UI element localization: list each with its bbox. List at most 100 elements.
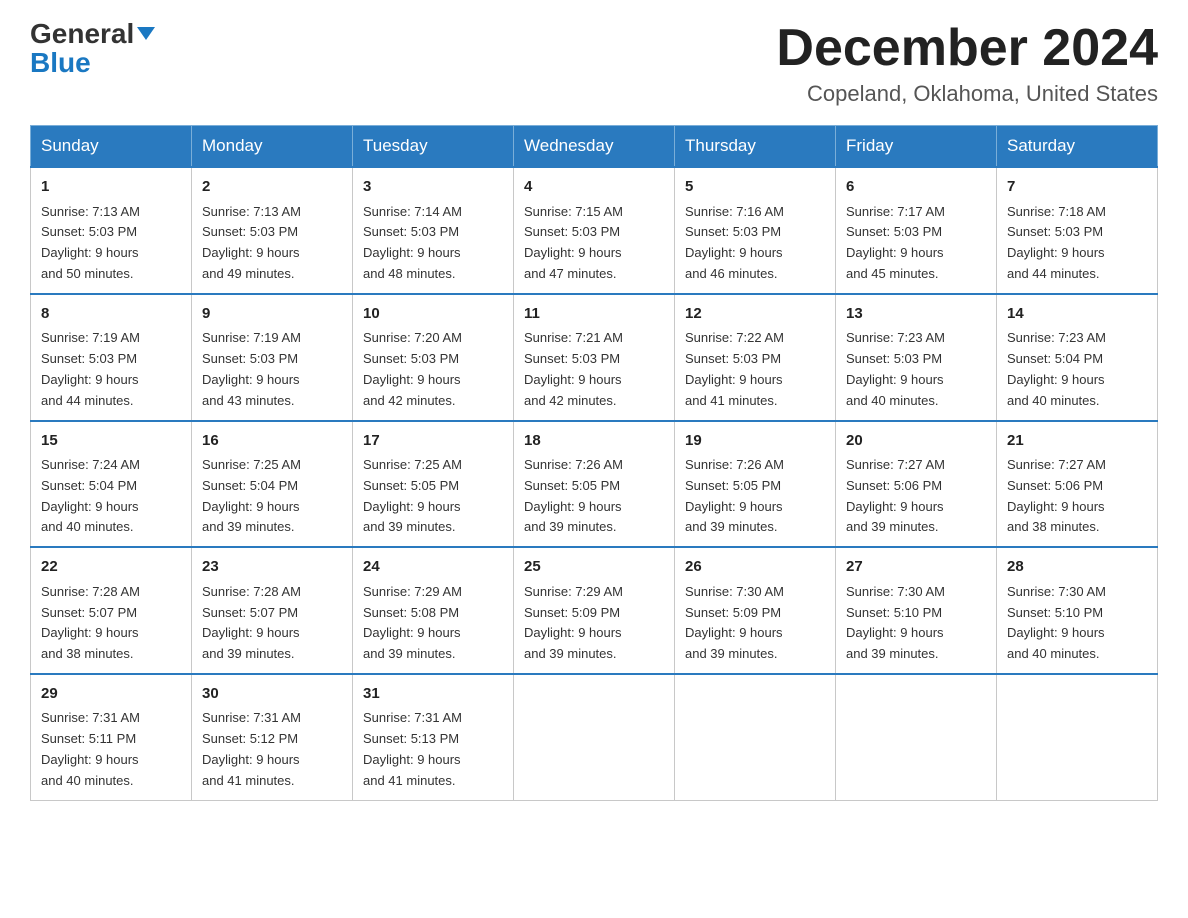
calendar-day-cell: 10 Sunrise: 7:20 AMSunset: 5:03 PMDaylig… — [353, 294, 514, 421]
calendar-day-cell: 11 Sunrise: 7:21 AMSunset: 5:03 PMDaylig… — [514, 294, 675, 421]
calendar-day-cell: 31 Sunrise: 7:31 AMSunset: 5:13 PMDaylig… — [353, 674, 514, 800]
day-number: 21 — [1007, 430, 1147, 453]
logo: General Blue — [30, 20, 155, 79]
day-number: 7 — [1007, 176, 1147, 199]
header-thursday: Thursday — [675, 126, 836, 168]
day-number: 1 — [41, 176, 181, 199]
day-number: 10 — [363, 303, 503, 326]
logo-text-line2: Blue — [30, 48, 91, 79]
calendar-day-cell: 22 Sunrise: 7:28 AMSunset: 5:07 PMDaylig… — [31, 547, 192, 674]
day-number: 20 — [846, 430, 986, 453]
day-info: Sunrise: 7:23 AMSunset: 5:04 PMDaylight:… — [1007, 328, 1147, 411]
day-info: Sunrise: 7:22 AMSunset: 5:03 PMDaylight:… — [685, 328, 825, 411]
day-info: Sunrise: 7:17 AMSunset: 5:03 PMDaylight:… — [846, 202, 986, 285]
calendar-day-cell: 23 Sunrise: 7:28 AMSunset: 5:07 PMDaylig… — [192, 547, 353, 674]
day-info: Sunrise: 7:31 AMSunset: 5:11 PMDaylight:… — [41, 708, 181, 791]
calendar-day-cell — [675, 674, 836, 800]
day-info: Sunrise: 7:15 AMSunset: 5:03 PMDaylight:… — [524, 202, 664, 285]
day-number: 23 — [202, 556, 342, 579]
calendar-day-cell: 25 Sunrise: 7:29 AMSunset: 5:09 PMDaylig… — [514, 547, 675, 674]
day-info: Sunrise: 7:27 AMSunset: 5:06 PMDaylight:… — [1007, 455, 1147, 538]
day-number: 4 — [524, 176, 664, 199]
day-number: 8 — [41, 303, 181, 326]
day-info: Sunrise: 7:16 AMSunset: 5:03 PMDaylight:… — [685, 202, 825, 285]
calendar-day-cell — [997, 674, 1158, 800]
day-info: Sunrise: 7:13 AMSunset: 5:03 PMDaylight:… — [202, 202, 342, 285]
calendar-day-cell: 17 Sunrise: 7:25 AMSunset: 5:05 PMDaylig… — [353, 421, 514, 548]
page-header: General Blue December 2024 Copeland, Okl… — [30, 20, 1158, 107]
calendar-day-cell: 19 Sunrise: 7:26 AMSunset: 5:05 PMDaylig… — [675, 421, 836, 548]
day-number: 2 — [202, 176, 342, 199]
day-info: Sunrise: 7:24 AMSunset: 5:04 PMDaylight:… — [41, 455, 181, 538]
calendar-day-cell: 9 Sunrise: 7:19 AMSunset: 5:03 PMDayligh… — [192, 294, 353, 421]
calendar-day-cell: 27 Sunrise: 7:30 AMSunset: 5:10 PMDaylig… — [836, 547, 997, 674]
header-friday: Friday — [836, 126, 997, 168]
day-number: 25 — [524, 556, 664, 579]
calendar-week-row: 8 Sunrise: 7:19 AMSunset: 5:03 PMDayligh… — [31, 294, 1158, 421]
calendar-day-cell: 4 Sunrise: 7:15 AMSunset: 5:03 PMDayligh… — [514, 167, 675, 294]
calendar-day-cell: 5 Sunrise: 7:16 AMSunset: 5:03 PMDayligh… — [675, 167, 836, 294]
day-number: 18 — [524, 430, 664, 453]
day-info: Sunrise: 7:29 AMSunset: 5:08 PMDaylight:… — [363, 582, 503, 665]
location-title: Copeland, Oklahoma, United States — [776, 81, 1158, 107]
day-info: Sunrise: 7:28 AMSunset: 5:07 PMDaylight:… — [41, 582, 181, 665]
day-number: 5 — [685, 176, 825, 199]
calendar-week-row: 1 Sunrise: 7:13 AMSunset: 5:03 PMDayligh… — [31, 167, 1158, 294]
day-number: 17 — [363, 430, 503, 453]
day-info: Sunrise: 7:19 AMSunset: 5:03 PMDaylight:… — [41, 328, 181, 411]
day-info: Sunrise: 7:26 AMSunset: 5:05 PMDaylight:… — [685, 455, 825, 538]
day-info: Sunrise: 7:20 AMSunset: 5:03 PMDaylight:… — [363, 328, 503, 411]
day-number: 14 — [1007, 303, 1147, 326]
calendar-day-cell — [836, 674, 997, 800]
day-info: Sunrise: 7:29 AMSunset: 5:09 PMDaylight:… — [524, 582, 664, 665]
calendar-week-row: 29 Sunrise: 7:31 AMSunset: 5:11 PMDaylig… — [31, 674, 1158, 800]
month-title: December 2024 — [776, 20, 1158, 77]
day-number: 30 — [202, 683, 342, 706]
calendar-day-cell: 21 Sunrise: 7:27 AMSunset: 5:06 PMDaylig… — [997, 421, 1158, 548]
calendar-day-cell: 3 Sunrise: 7:14 AMSunset: 5:03 PMDayligh… — [353, 167, 514, 294]
day-info: Sunrise: 7:21 AMSunset: 5:03 PMDaylight:… — [524, 328, 664, 411]
calendar-day-cell: 18 Sunrise: 7:26 AMSunset: 5:05 PMDaylig… — [514, 421, 675, 548]
calendar-day-cell: 30 Sunrise: 7:31 AMSunset: 5:12 PMDaylig… — [192, 674, 353, 800]
calendar-day-cell: 26 Sunrise: 7:30 AMSunset: 5:09 PMDaylig… — [675, 547, 836, 674]
calendar-day-cell: 12 Sunrise: 7:22 AMSunset: 5:03 PMDaylig… — [675, 294, 836, 421]
day-number: 26 — [685, 556, 825, 579]
calendar-day-cell: 6 Sunrise: 7:17 AMSunset: 5:03 PMDayligh… — [836, 167, 997, 294]
calendar-day-cell: 13 Sunrise: 7:23 AMSunset: 5:03 PMDaylig… — [836, 294, 997, 421]
header-sunday: Sunday — [31, 126, 192, 168]
day-info: Sunrise: 7:26 AMSunset: 5:05 PMDaylight:… — [524, 455, 664, 538]
calendar-day-cell: 15 Sunrise: 7:24 AMSunset: 5:04 PMDaylig… — [31, 421, 192, 548]
calendar-week-row: 15 Sunrise: 7:24 AMSunset: 5:04 PMDaylig… — [31, 421, 1158, 548]
calendar-day-cell: 24 Sunrise: 7:29 AMSunset: 5:08 PMDaylig… — [353, 547, 514, 674]
header-monday: Monday — [192, 126, 353, 168]
day-number: 31 — [363, 683, 503, 706]
calendar-day-cell: 8 Sunrise: 7:19 AMSunset: 5:03 PMDayligh… — [31, 294, 192, 421]
calendar-day-cell: 16 Sunrise: 7:25 AMSunset: 5:04 PMDaylig… — [192, 421, 353, 548]
day-number: 11 — [524, 303, 664, 326]
day-info: Sunrise: 7:31 AMSunset: 5:13 PMDaylight:… — [363, 708, 503, 791]
day-number: 22 — [41, 556, 181, 579]
day-info: Sunrise: 7:23 AMSunset: 5:03 PMDaylight:… — [846, 328, 986, 411]
logo-text-line1: General — [30, 20, 155, 48]
calendar-day-cell: 14 Sunrise: 7:23 AMSunset: 5:04 PMDaylig… — [997, 294, 1158, 421]
day-info: Sunrise: 7:14 AMSunset: 5:03 PMDaylight:… — [363, 202, 503, 285]
day-number: 16 — [202, 430, 342, 453]
day-number: 13 — [846, 303, 986, 326]
day-number: 6 — [846, 176, 986, 199]
day-number: 29 — [41, 683, 181, 706]
day-info: Sunrise: 7:25 AMSunset: 5:04 PMDaylight:… — [202, 455, 342, 538]
day-info: Sunrise: 7:30 AMSunset: 5:10 PMDaylight:… — [1007, 582, 1147, 665]
calendar-day-cell: 20 Sunrise: 7:27 AMSunset: 5:06 PMDaylig… — [836, 421, 997, 548]
calendar-day-cell: 2 Sunrise: 7:13 AMSunset: 5:03 PMDayligh… — [192, 167, 353, 294]
header-saturday: Saturday — [997, 126, 1158, 168]
day-info: Sunrise: 7:30 AMSunset: 5:09 PMDaylight:… — [685, 582, 825, 665]
weekday-header-row: Sunday Monday Tuesday Wednesday Thursday… — [31, 126, 1158, 168]
day-info: Sunrise: 7:25 AMSunset: 5:05 PMDaylight:… — [363, 455, 503, 538]
day-number: 15 — [41, 430, 181, 453]
day-number: 28 — [1007, 556, 1147, 579]
day-info: Sunrise: 7:31 AMSunset: 5:12 PMDaylight:… — [202, 708, 342, 791]
header-wednesday: Wednesday — [514, 126, 675, 168]
day-info: Sunrise: 7:18 AMSunset: 5:03 PMDaylight:… — [1007, 202, 1147, 285]
day-info: Sunrise: 7:27 AMSunset: 5:06 PMDaylight:… — [846, 455, 986, 538]
day-info: Sunrise: 7:30 AMSunset: 5:10 PMDaylight:… — [846, 582, 986, 665]
